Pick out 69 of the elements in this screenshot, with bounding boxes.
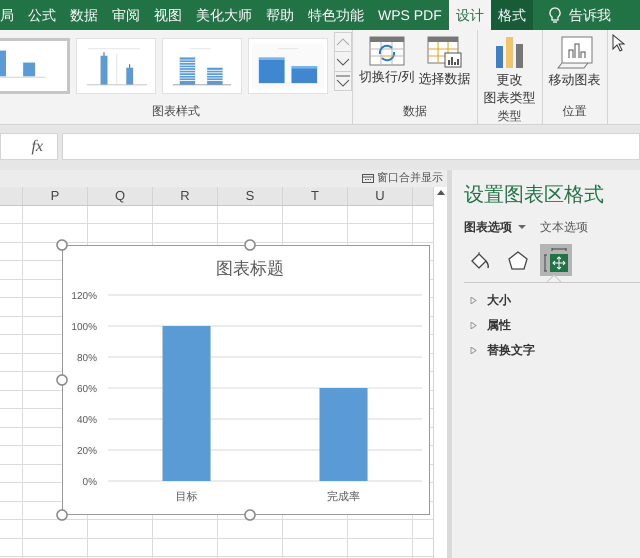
group-label: 图表样式 [151,103,201,120]
column-header[interactable]: R [153,186,218,204]
resize-handle[interactable] [56,509,68,521]
pane-tab[interactable]: 图表选项 [464,218,526,236]
chart-style-thumbnail[interactable] [248,38,328,94]
formula-input[interactable] [62,133,640,160]
dropdown-icon[interactable] [518,225,526,229]
scroll-up-icon[interactable] [436,190,444,194]
size-properties-icon [544,248,568,272]
column-header[interactable]: T [283,186,348,204]
resize-handle[interactable] [244,239,256,251]
ribbon-tab[interactable]: 设计 [448,0,491,30]
scroll-down-icon[interactable] [336,58,350,66]
resize-handle[interactable] [244,509,256,521]
section-header[interactable]: 属性 [470,316,640,334]
window-merge-toggle[interactable]: 窗口合并显示 [377,170,443,186]
ribbon-tab[interactable]: WPS PDF [371,0,449,30]
chart-move-icon [556,36,594,69]
cursor-icon [612,34,625,52]
category-label: 目标 [176,491,198,503]
category-label: 完成率 [327,491,360,503]
bar-chart-icon [495,36,524,69]
chart-style-thumbnail[interactable] [76,38,156,94]
axis-label: 120% [71,291,97,302]
ribbon-tab[interactable]: 帮助 [259,0,301,30]
column-header[interactable]: P [23,186,88,204]
function-label: fx [31,136,43,156]
ribbon-tab[interactable]: 局 [0,0,21,30]
ribbon-tab[interactable]: 视图 [147,0,189,30]
ribbon-button[interactable]: 移动图表 [548,36,601,89]
resize-handle[interactable] [56,374,68,386]
axis-label: 0% [82,477,97,488]
group-label: 类型 [496,108,523,124]
section-header[interactable]: 大小 [470,291,640,309]
pane-tab[interactable]: 文本选项 [540,218,588,236]
resize-handle[interactable] [56,239,68,251]
ribbon-tab[interactable]: 数据 [63,0,105,30]
ribbon-button[interactable]: 更改 图表类型 [484,36,536,107]
window-icon [362,174,374,183]
table-swap-icon [368,36,405,66]
pane-icon-tab[interactable] [540,244,572,276]
ribbon-tab[interactable]: 美化大师 [189,0,259,30]
ribbon-tab[interactable]: 特色功能 [301,0,371,30]
column-header[interactable]: S [218,186,283,204]
pentagon-icon [508,250,528,270]
group-label: 位置 [562,103,588,120]
ribbon-button[interactable]: 选择数据 [418,36,471,88]
chart-style-thumbnail[interactable] [162,38,242,94]
column-header[interactable]: Q [88,186,153,204]
vertical-scrollbar[interactable] [433,186,447,558]
ribbon-tab[interactable]: 审阅 [105,0,147,30]
ribbon-button[interactable]: 切换行/列 [359,36,415,86]
lightbulb-icon[interactable] [548,6,561,24]
axis-label: 100% [71,322,97,333]
column-header[interactable]: U [348,186,413,204]
section-header[interactable]: 替换文字 [470,341,640,359]
pane-title: 设置图表区格式 [464,183,605,208]
chart-title: 图表标题 [216,259,284,278]
axis-label: 20% [76,446,97,457]
table-chart-icon [426,36,463,68]
tell-me-field[interactable]: 告诉我 [568,4,611,26]
chart-style-thumbnail[interactable] [0,38,70,94]
axis-label: 40% [76,415,97,426]
group-label: 数据 [402,103,428,120]
ribbon-tab[interactable]: 格式 [490,0,533,30]
more-styles-icon[interactable] [336,75,350,87]
axis-label: 80% [76,353,97,364]
ribbon-tab[interactable]: 公式 [21,0,63,30]
axis-label: 60% [76,384,97,395]
